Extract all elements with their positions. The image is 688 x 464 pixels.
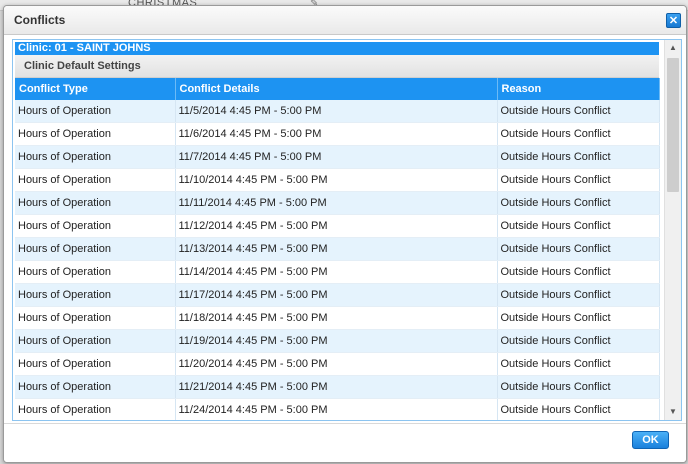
- table-row[interactable]: Hours of Operation 11/12/2014 4:45 PM - 5…: [15, 214, 660, 238]
- cell-conflict-type: Hours of Operation: [15, 214, 176, 238]
- column-header-reason[interactable]: Reason: [497, 78, 660, 100]
- cell-conflict-type: Hours of Operation: [15, 237, 176, 261]
- cell-reason: Outside Hours Conflict: [497, 237, 660, 261]
- cell-reason: Outside Hours Conflict: [497, 329, 660, 353]
- table-row[interactable]: Hours of Operation 11/21/2014 4:45 PM - 5…: [15, 375, 660, 399]
- cell-reason: Outside Hours Conflict: [497, 260, 660, 284]
- table-row[interactable]: Hours of Operation 11/7/2014 4:45 PM - 5:…: [15, 145, 660, 169]
- conflicts-table: Conflict Type Conflict Details Reason Ho…: [15, 78, 660, 420]
- cell-reason: Outside Hours Conflict: [497, 398, 660, 420]
- section-label: Clinic Default Settings: [24, 60, 141, 72]
- cell-conflict-details: 11/17/2014 4:45 PM - 5:00 PM: [175, 283, 498, 307]
- table-row[interactable]: Hours of Operation 11/24/2014 4:45 PM - 5…: [15, 398, 660, 420]
- cell-conflict-details: 11/24/2014 4:45 PM - 5:00 PM: [175, 398, 498, 420]
- cell-conflict-details: 11/5/2014 4:45 PM - 5:00 PM: [175, 100, 498, 123]
- table-header-row: Conflict Type Conflict Details Reason: [15, 78, 660, 100]
- cell-reason: Outside Hours Conflict: [497, 306, 660, 330]
- cell-reason: Outside Hours Conflict: [497, 168, 660, 192]
- cell-conflict-type: Hours of Operation: [15, 100, 176, 123]
- cell-conflict-details: 11/7/2014 4:45 PM - 5:00 PM: [175, 145, 498, 169]
- cell-conflict-details: 11/19/2014 4:45 PM - 5:00 PM: [175, 329, 498, 353]
- cell-reason: Outside Hours Conflict: [497, 100, 660, 123]
- cell-conflict-type: Hours of Operation: [15, 329, 176, 353]
- cell-conflict-type: Hours of Operation: [15, 122, 176, 146]
- cell-conflict-details: 11/18/2014 4:45 PM - 5:00 PM: [175, 306, 498, 330]
- scroll-up-icon[interactable]: ▲: [665, 40, 681, 56]
- table-row[interactable]: Hours of Operation 11/6/2014 4:45 PM - 5:…: [15, 122, 660, 146]
- table-row[interactable]: Hours of Operation 11/14/2014 4:45 PM - 5…: [15, 260, 660, 284]
- dialog-titlebar[interactable]: Conflicts ✕: [4, 6, 686, 35]
- table-row[interactable]: Hours of Operation 11/10/2014 4:45 PM - 5…: [15, 168, 660, 192]
- clinic-group-header: Clinic: 01 - SAINT JOHNS: [15, 42, 659, 55]
- table-row[interactable]: Hours of Operation 11/5/2014 4:45 PM - 5:…: [15, 100, 660, 123]
- cell-conflict-type: Hours of Operation: [15, 375, 176, 399]
- table-row[interactable]: Hours of Operation 11/18/2014 4:45 PM - 5…: [15, 306, 660, 330]
- cell-conflict-type: Hours of Operation: [15, 191, 176, 215]
- cell-reason: Outside Hours Conflict: [497, 283, 660, 307]
- table-row[interactable]: Hours of Operation 11/20/2014 4:45 PM - 5…: [15, 352, 660, 376]
- table-row[interactable]: Hours of Operation 11/11/2014 4:45 PM - 5…: [15, 191, 660, 215]
- cell-conflict-type: Hours of Operation: [15, 352, 176, 376]
- table-row[interactable]: Hours of Operation 11/19/2014 4:45 PM - 5…: [15, 329, 660, 353]
- cell-conflict-type: Hours of Operation: [15, 306, 176, 330]
- cell-conflict-details: 11/21/2014 4:45 PM - 5:00 PM: [175, 375, 498, 399]
- close-icon[interactable]: ✕: [666, 13, 681, 28]
- cell-conflict-type: Hours of Operation: [15, 283, 176, 307]
- conflicts-panel: Clinic: 01 - SAINT JOHNS Clinic Default …: [12, 39, 682, 421]
- table-row[interactable]: Hours of Operation 11/17/2014 4:45 PM - 5…: [15, 283, 660, 307]
- cell-conflict-type: Hours of Operation: [15, 168, 176, 192]
- vertical-scrollbar[interactable]: ▲ ▼: [664, 40, 681, 420]
- cell-conflict-details: 11/20/2014 4:45 PM - 5:00 PM: [175, 352, 498, 376]
- cell-conflict-type: Hours of Operation: [15, 398, 176, 420]
- dialog-title: Conflicts: [14, 13, 66, 27]
- scroll-thumb[interactable]: [667, 58, 679, 192]
- cell-conflict-details: 11/12/2014 4:45 PM - 5:00 PM: [175, 214, 498, 238]
- cell-reason: Outside Hours Conflict: [497, 214, 660, 238]
- cell-conflict-details: 11/11/2014 4:45 PM - 5:00 PM: [175, 191, 498, 215]
- cell-conflict-details: 11/14/2014 4:45 PM - 5:00 PM: [175, 260, 498, 284]
- column-header-conflict-details[interactable]: Conflict Details: [175, 78, 498, 100]
- cell-conflict-details: 11/10/2014 4:45 PM - 5:00 PM: [175, 168, 498, 192]
- cell-conflict-type: Hours of Operation: [15, 260, 176, 284]
- column-header-conflict-type[interactable]: Conflict Type: [15, 78, 176, 100]
- cell-conflict-details: 11/6/2014 4:45 PM - 5:00 PM: [175, 122, 498, 146]
- cell-reason: Outside Hours Conflict: [497, 352, 660, 376]
- conflicts-dialog: Conflicts ✕ Clinic: 01 - SAINT JOHNS Cli…: [3, 5, 687, 463]
- scroll-down-icon[interactable]: ▼: [665, 404, 681, 420]
- cell-reason: Outside Hours Conflict: [497, 191, 660, 215]
- ok-button[interactable]: OK: [632, 431, 669, 449]
- cell-conflict-type: Hours of Operation: [15, 145, 176, 169]
- cell-reason: Outside Hours Conflict: [497, 375, 660, 399]
- cell-reason: Outside Hours Conflict: [497, 122, 660, 146]
- cell-conflict-details: 11/13/2014 4:45 PM - 5:00 PM: [175, 237, 498, 261]
- table-row[interactable]: Hours of Operation 11/13/2014 4:45 PM - 5…: [15, 237, 660, 261]
- section-header: Clinic Default Settings: [15, 55, 659, 78]
- cell-reason: Outside Hours Conflict: [497, 145, 660, 169]
- dialog-footer: OK: [4, 423, 686, 462]
